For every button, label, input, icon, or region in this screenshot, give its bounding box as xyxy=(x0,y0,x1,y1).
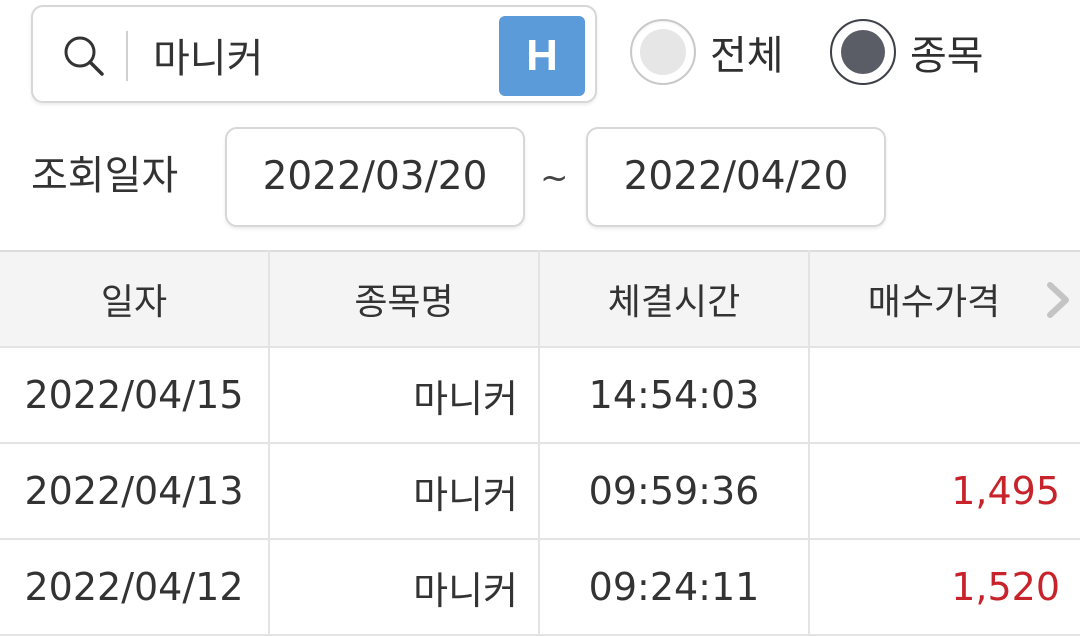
page: H 전체 종목 조회일자 2022/03/20 ~ 2022/04/20 일자 … xyxy=(0,0,1080,636)
cell-date: 2022/04/12 xyxy=(0,538,270,636)
cell-name: 마니커 xyxy=(268,346,540,444)
table-row[interactable]: 2022/04/13 마니커 09:59:36 1,495 xyxy=(0,442,1080,540)
search-icon xyxy=(64,36,104,76)
table-row[interactable]: 2022/04/12 마니커 09:24:11 1,520 xyxy=(0,538,1080,636)
radio-all-circle[interactable] xyxy=(630,19,696,85)
radio-stock[interactable]: 종목 xyxy=(830,14,984,90)
h-button[interactable]: H xyxy=(499,16,585,96)
date-separator: ~ xyxy=(540,158,569,198)
search-input[interactable] xyxy=(153,27,493,83)
end-date-field[interactable]: 2022/04/20 xyxy=(586,127,886,227)
cell-time: 14:54:03 xyxy=(538,346,810,444)
start-date-field[interactable]: 2022/03/20 xyxy=(225,127,525,227)
table-header-row: 일자 종목명 체결시간 매수가격 xyxy=(0,250,1080,348)
cell-time: 09:24:11 xyxy=(538,538,810,636)
header-name: 종목명 xyxy=(268,250,540,348)
header-price-label: 매수가격 xyxy=(867,282,1001,323)
cell-price: 1,520 xyxy=(808,538,1080,636)
search-divider xyxy=(126,31,128,81)
cell-time: 09:59:36 xyxy=(538,442,810,540)
header-price[interactable]: 매수가격 xyxy=(808,250,1080,348)
chevron-right-icon[interactable] xyxy=(1042,280,1072,320)
cell-name: 마니커 xyxy=(268,442,540,540)
radio-all-label: 전체 xyxy=(710,33,784,79)
cell-name: 마니커 xyxy=(268,538,540,636)
cell-date: 2022/04/15 xyxy=(0,346,270,444)
header-time: 체결시간 xyxy=(538,250,810,348)
date-range-label: 조회일자 xyxy=(31,153,179,199)
table-row[interactable]: 2022/04/15 마니커 14:54:03 xyxy=(0,346,1080,444)
radio-all[interactable]: 전체 xyxy=(630,14,784,90)
header-date: 일자 xyxy=(0,250,270,348)
radio-stock-circle[interactable] xyxy=(830,19,896,85)
cell-date: 2022/04/13 xyxy=(0,442,270,540)
cell-price xyxy=(808,346,1080,444)
trade-table: 일자 종목명 체결시간 매수가격 2022/04/15 마니커 14:54:03… xyxy=(0,250,1080,636)
radio-stock-label: 종목 xyxy=(910,33,984,79)
cell-price: 1,495 xyxy=(808,442,1080,540)
search-box[interactable]: H xyxy=(31,5,597,103)
